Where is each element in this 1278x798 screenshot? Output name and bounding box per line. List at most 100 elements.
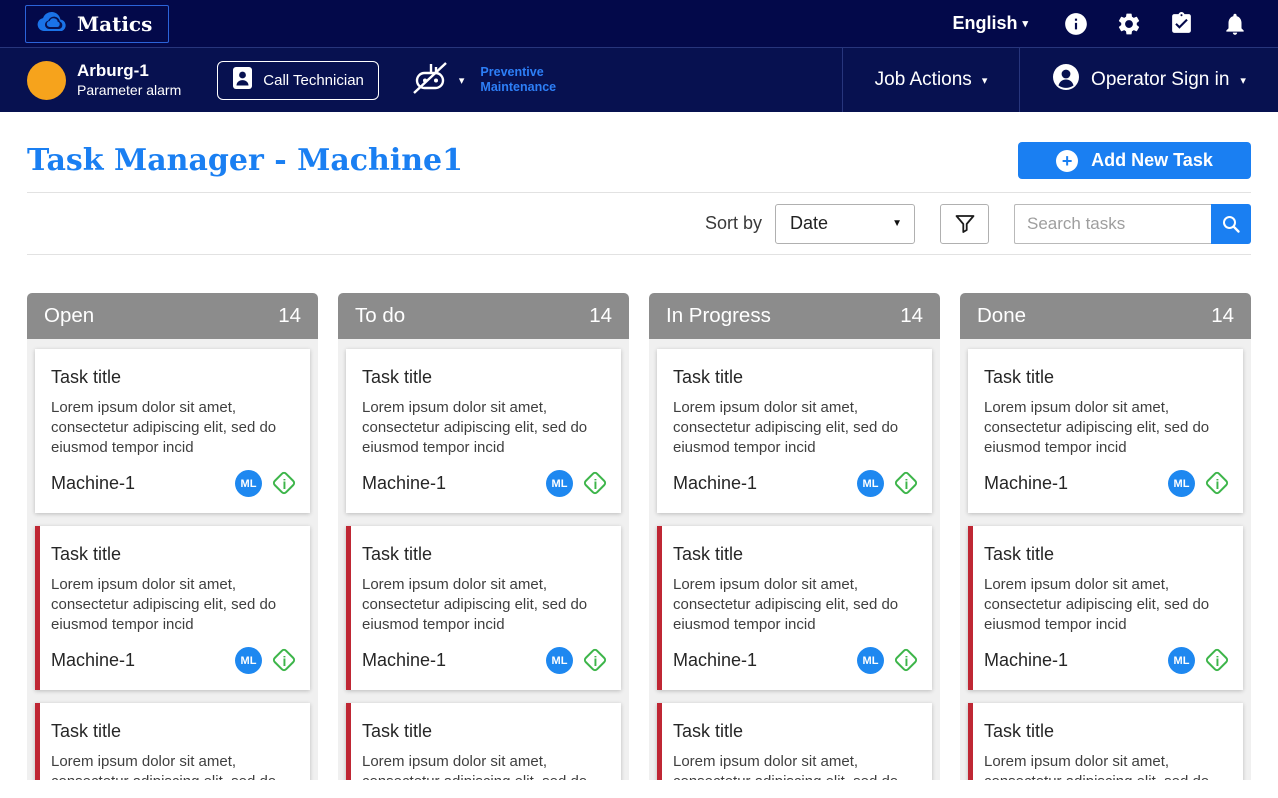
- chevron-down-icon: ▾: [1022, 18, 1028, 30]
- column-body: Task title Lorem ipsum dolor sit amet, c…: [338, 339, 629, 780]
- search-button[interactable]: [1211, 203, 1251, 244]
- filter-funnel-icon: [955, 214, 974, 233]
- technician-badge-icon: [232, 66, 253, 94]
- info-diamond-icon[interactable]: i: [582, 647, 609, 674]
- task-description: Lorem ipsum dolor sit amet, consectetur …: [673, 753, 898, 780]
- info-diamond-icon[interactable]: i: [271, 470, 298, 497]
- divider: [27, 254, 1251, 255]
- machine-info: Arburg-1 Parameter alarm: [77, 61, 181, 99]
- column-header: In Progress 14: [649, 293, 940, 339]
- task-title: Task title: [362, 544, 433, 564]
- task-card[interactable]: Task title Lorem ipsum dolor sit amet, c…: [35, 703, 310, 780]
- job-actions-menu[interactable]: Job Actions ▾: [842, 48, 1020, 112]
- task-title: Task title: [673, 544, 744, 564]
- preventive-maintenance-control[interactable]: ▾ Preventive Maintenance: [411, 60, 556, 101]
- task-description: Lorem ipsum dolor sit amet, consectetur …: [362, 753, 587, 780]
- language-selector[interactable]: English ▾: [952, 13, 1028, 34]
- filter-button[interactable]: [940, 203, 989, 244]
- column-header: Done 14: [960, 293, 1251, 339]
- info-diamond-icon[interactable]: i: [271, 647, 298, 674]
- column-name: Open: [44, 304, 95, 327]
- column-header: Open 14: [27, 293, 318, 339]
- column-name: To do: [355, 304, 406, 327]
- info-icon[interactable]: [1062, 10, 1089, 37]
- task-card[interactable]: Task title Lorem ipsum dolor sit amet, c…: [346, 703, 621, 780]
- task-card[interactable]: Task title Lorem ipsum dolor sit amet, c…: [968, 526, 1243, 690]
- task-card[interactable]: Task title Lorem ipsum dolor sit amet, c…: [968, 349, 1243, 513]
- info-diamond-icon[interactable]: i: [893, 470, 920, 497]
- task-description: Lorem ipsum dolor sit amet, consectetur …: [984, 753, 1209, 780]
- operator-avatar-icon: [1052, 63, 1080, 97]
- column-body: Task title Lorem ipsum dolor sit amet, c…: [960, 339, 1251, 780]
- task-title: Task title: [673, 721, 744, 741]
- info-diamond-icon[interactable]: i: [1204, 470, 1231, 497]
- task-card-footer: Machine-1 ML i: [362, 470, 609, 497]
- info-diamond-icon[interactable]: i: [1204, 647, 1231, 674]
- machine-alarm-status-indicator[interactable]: [27, 60, 66, 100]
- checklist-clipboard-icon[interactable]: [1168, 10, 1195, 37]
- kanban-board: Open 14 Task title Lorem ipsum dolor sit…: [27, 293, 1251, 780]
- search-input[interactable]: [1014, 203, 1211, 244]
- task-title: Task title: [673, 367, 744, 387]
- task-title: Task title: [984, 544, 1055, 564]
- column-body: Task title Lorem ipsum dolor sit amet, c…: [649, 339, 940, 780]
- ml-badge: ML: [546, 470, 573, 497]
- task-card-footer: Machine-1 ML i: [984, 647, 1231, 674]
- task-title: Task title: [51, 721, 122, 741]
- task-machine-label: Machine-1: [673, 650, 758, 670]
- add-new-task-label: Add New Task: [1091, 150, 1213, 170]
- machine-name: Arburg-1: [77, 61, 149, 80]
- logo-text: Matics: [77, 11, 153, 36]
- task-card[interactable]: Task title Lorem ipsum dolor sit amet, c…: [968, 703, 1243, 780]
- task-description: Lorem ipsum dolor sit amet, consectetur …: [362, 576, 588, 633]
- task-description: Lorem ipsum dolor sit amet, consectetur …: [984, 399, 1210, 456]
- call-technician-button[interactable]: Call Technician: [217, 60, 379, 100]
- operator-sign-in-menu[interactable]: Operator Sign in ▾: [1020, 48, 1278, 112]
- task-machine-label: Machine-1: [984, 650, 1069, 670]
- task-card[interactable]: Task title Lorem ipsum dolor sit amet, c…: [657, 526, 932, 690]
- ml-badge: ML: [1168, 647, 1195, 674]
- notifications-bell-icon[interactable]: [1221, 10, 1248, 37]
- task-card[interactable]: Task title Lorem ipsum dolor sit amet, c…: [657, 349, 932, 513]
- task-machine-label: Machine-1: [51, 650, 136, 670]
- ml-badge: ML: [857, 647, 884, 674]
- task-card-footer: Machine-1 ML i: [673, 647, 920, 674]
- column-body: Task title Lorem ipsum dolor sit amet, c…: [27, 339, 318, 780]
- ml-badge: ML: [235, 647, 262, 674]
- task-toolbar: Sort by Date ▼: [27, 193, 1251, 254]
- task-machine-label: Machine-1: [362, 473, 447, 493]
- sort-by-value: Date: [790, 213, 829, 233]
- task-title: Task title: [362, 367, 433, 387]
- task-title: Task title: [984, 721, 1055, 741]
- add-new-task-button[interactable]: + Add New Task: [1018, 142, 1251, 179]
- chevron-down-icon: ▾: [1240, 74, 1246, 87]
- sort-by-select[interactable]: Date ▼: [775, 203, 915, 244]
- task-card[interactable]: Task title Lorem ipsum dolor sit amet, c…: [657, 703, 932, 780]
- task-title: Task title: [362, 721, 433, 741]
- preventive-maintenance-label: Preventive Maintenance: [480, 65, 557, 94]
- task-card[interactable]: Task title Lorem ipsum dolor sit amet, c…: [346, 526, 621, 690]
- machine-status: Parameter alarm: [77, 82, 182, 98]
- settings-gear-icon[interactable]: [1115, 10, 1142, 37]
- task-card[interactable]: Task title Lorem ipsum dolor sit amet, c…: [35, 349, 310, 513]
- info-diamond-icon[interactable]: i: [582, 470, 609, 497]
- task-card[interactable]: Task title Lorem ipsum dolor sit amet, c…: [35, 526, 310, 690]
- task-description: Lorem ipsum dolor sit amet, consectetur …: [362, 399, 588, 456]
- column-count-badge: 14: [278, 304, 301, 327]
- ml-badge: ML: [857, 470, 884, 497]
- task-description: Lorem ipsum dolor sit amet, consectetur …: [51, 576, 277, 633]
- task-card-footer: Machine-1 ML i: [673, 470, 920, 497]
- task-machine-label: Machine-1: [362, 650, 447, 670]
- ml-badge: ML: [235, 470, 262, 497]
- chevron-down-icon: ▼: [892, 218, 902, 229]
- column-count-badge: 14: [589, 304, 612, 327]
- task-title: Task title: [51, 544, 122, 564]
- page-title: Task Manager - Machine1: [27, 143, 464, 178]
- task-machine-label: Machine-1: [673, 473, 758, 493]
- task-title: Task title: [51, 367, 122, 387]
- task-description: Lorem ipsum dolor sit amet, consectetur …: [51, 399, 277, 456]
- info-diamond-icon[interactable]: i: [893, 647, 920, 674]
- language-label: English: [952, 13, 1018, 33]
- task-card[interactable]: Task title Lorem ipsum dolor sit amet, c…: [346, 349, 621, 513]
- matics-logo[interactable]: Matics: [25, 4, 170, 43]
